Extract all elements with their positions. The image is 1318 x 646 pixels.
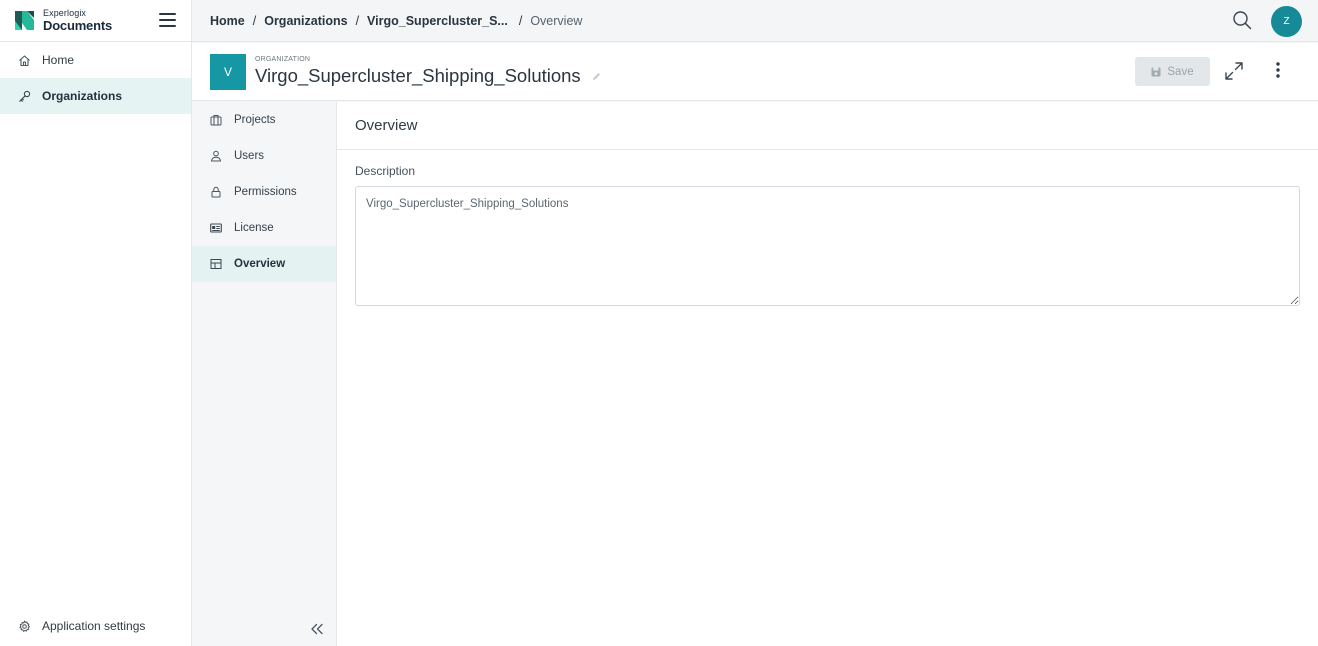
menu-toggle-button[interactable] [159,13,176,27]
gear-icon [19,620,30,632]
sidebar-item-label: Home [42,53,75,67]
subnav-item-permissions[interactable]: Permissions [192,174,336,210]
description-label: Description [355,164,416,178]
lock-icon [211,186,221,198]
brand: Experlogix Documents [0,0,191,42]
page-title: Virgo_Supercluster_Shipping_Solutions [255,65,581,86]
top-bar: Home / Organizations / Virgo_Supercluste… [192,0,1318,42]
organization-badge: V [210,54,246,90]
sidebar-item-organizations[interactable]: Organizations [0,78,191,114]
key-icon [19,90,31,102]
organization-subnav: Projects Users Permissions License Overv… [192,102,337,646]
grid-icon [210,259,222,269]
subnav-item-label: Overview [234,258,286,270]
brand-text: Experlogix Documents [43,8,112,33]
subnav-item-label: Projects [234,114,276,126]
subnav-item-label: Permissions [234,186,297,198]
subnav-item-projects[interactable]: Projects [192,102,336,138]
experlogix-logo-icon [15,11,34,30]
sidebar-item-label: Organizations [42,89,123,103]
description-textarea[interactable]: Virgo_Supercluster_Shipping_Solutions [355,186,1300,306]
breadcrumb-home[interactable]: Home [210,14,245,28]
page-header: V ORGANIZATION Virgo_Supercluster_Shippi… [192,43,1318,101]
brand-product: Documents [43,18,112,33]
breadcrumb: Home / Organizations / Virgo_Supercluste… [210,14,582,28]
save-button-label: Save [1167,65,1194,78]
breadcrumb-current: Overview [530,13,583,28]
page-kicker: ORGANIZATION [255,56,311,63]
brand-company: Experlogix [43,8,87,18]
hamburger-line [159,19,176,21]
user-icon [211,150,221,162]
subnav-item-label: License [234,222,274,234]
subnav-item-license[interactable]: License [192,210,336,246]
subnav-item-users[interactable]: Users [192,138,336,174]
hamburger-line [159,13,176,15]
sidebar-item-label: Application settings [42,619,146,633]
breadcrumb-organizations[interactable]: Organizations [264,14,347,28]
subnav-item-label: Users [234,150,265,162]
briefcase-icon [210,115,222,126]
breadcrumb-organization[interactable]: Virgo_Supercluster_S... [367,14,508,28]
save-button[interactable]: Save [1135,57,1210,86]
breadcrumb-separator: / [252,13,257,28]
breadcrumb-separator: / [355,13,360,28]
home-icon [19,54,30,66]
edit-pencil-icon[interactable] [591,71,602,82]
sidebar-item-home[interactable]: Home [0,42,191,78]
sidebar-item-application-settings[interactable]: Application settings [0,608,191,644]
collapse-panel-icon[interactable] [310,623,324,635]
id-card-icon [210,223,222,233]
subnav-item-overview[interactable]: Overview [192,246,336,282]
user-avatar[interactable]: Z [1271,6,1302,37]
more-options-icon[interactable] [1272,61,1284,79]
main-content: Overview Description Virgo_Supercluster_… [337,102,1318,646]
hamburger-line [159,25,176,27]
section-heading: Overview [337,102,1318,150]
app-sidebar: Experlogix Documents Home Organizations … [0,0,192,646]
search-icon[interactable] [1232,10,1252,30]
floppy-disk-icon [1151,67,1161,76]
expand-icon[interactable] [1224,61,1244,81]
breadcrumb-separator: / [518,13,523,28]
